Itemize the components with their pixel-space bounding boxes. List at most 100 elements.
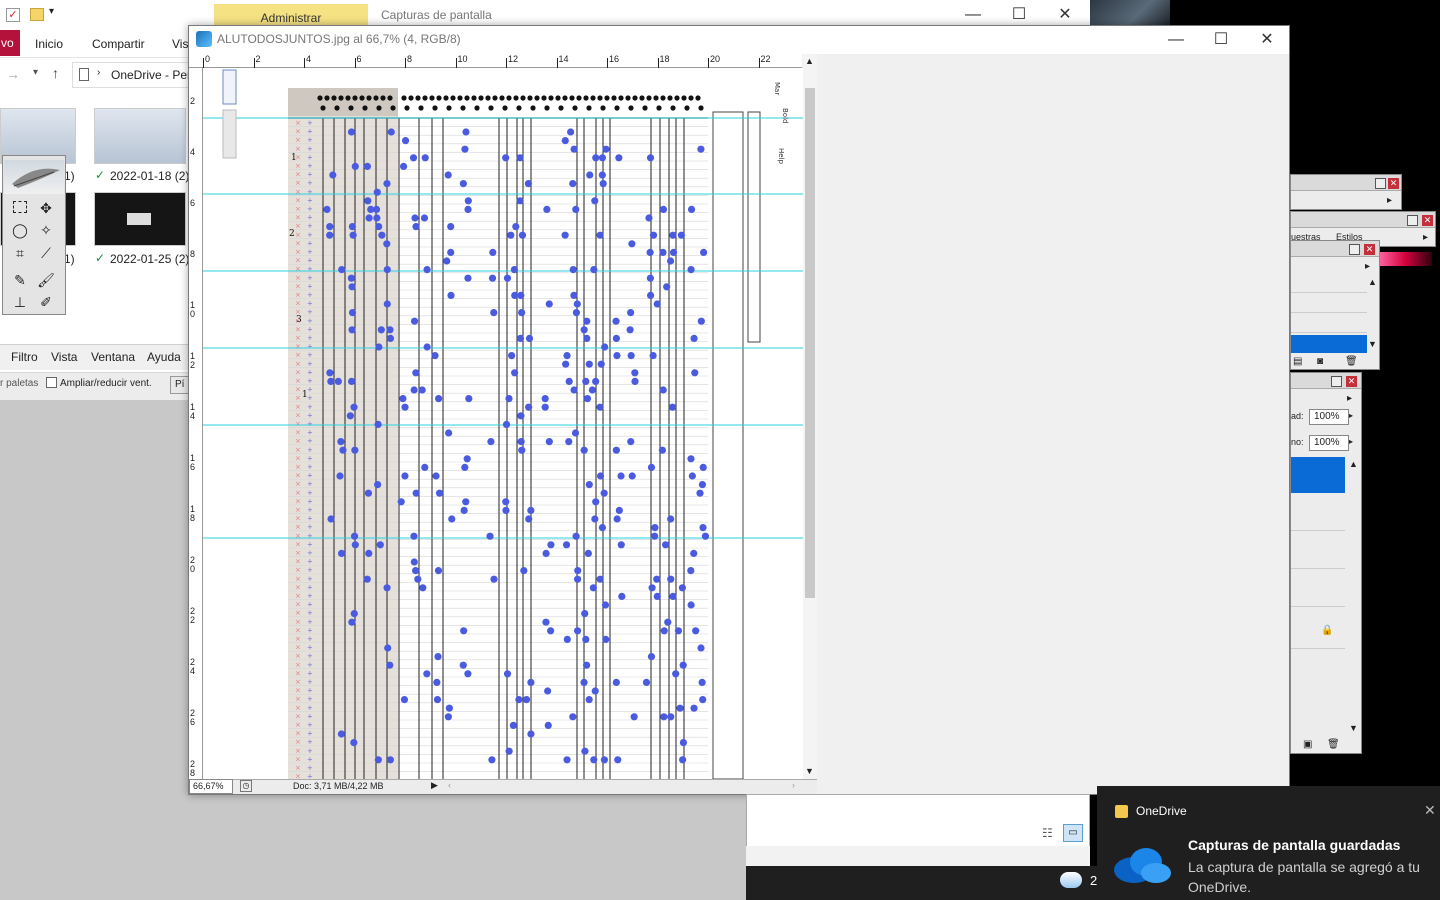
palette-minimize-icon[interactable] (1331, 376, 1342, 387)
image-canvas[interactable]: × + × + × + × + × + × + × + × + × + × + × + × + × + × + × + × + × + × + × + × +… (203, 68, 803, 779)
menu-help[interactable]: Ayuda (147, 350, 181, 364)
forward-icon[interactable]: → (6, 66, 20, 82)
history-state-selected[interactable] (1291, 335, 1367, 353)
palette-menu-icon[interactable]: ▸ (1387, 195, 1392, 206)
attendance-dot (596, 575, 604, 583)
details-view-icon[interactable]: ☷ (1042, 826, 1053, 840)
palette-minimize-icon[interactable] (1349, 244, 1360, 255)
layer-row[interactable] (1291, 609, 1345, 649)
weather-cloud-icon[interactable] (1060, 872, 1082, 888)
menu-filter[interactable]: Filtro (11, 350, 38, 364)
ribbon-home-tab[interactable]: Inicio (35, 37, 63, 51)
header-dot (443, 95, 449, 101)
palette-close-icon[interactable]: ✕ (1346, 376, 1357, 387)
palette-close-icon[interactable]: ✕ (1388, 178, 1399, 189)
zoom-field[interactable]: 66,67% (189, 779, 233, 794)
status-info-icon[interactable]: ◷ (240, 780, 252, 792)
fill-field[interactable]: 100% (1309, 435, 1349, 451)
ruler-top-label: 20 (710, 54, 721, 64)
menu-view[interactable]: Vista (51, 350, 77, 364)
opacity-field[interactable]: 100% (1309, 409, 1349, 425)
move-tool-icon[interactable]: ✥ (35, 198, 57, 218)
attendance-dot (434, 567, 443, 575)
scroll-up-icon[interactable]: ▲ (1349, 459, 1358, 469)
thumbnail[interactable] (94, 108, 186, 164)
thumbnail[interactable] (94, 192, 186, 246)
scroll-down-icon[interactable]: ▼ (1349, 723, 1358, 733)
status-menu-arrow-icon[interactable]: ▶ (431, 780, 438, 791)
scroll-down-icon[interactable]: ▼ (805, 766, 814, 776)
marquee-tool-icon[interactable] (9, 198, 31, 218)
scroll-up-icon[interactable]: ▲ (805, 56, 814, 66)
attendance-dot (642, 678, 651, 687)
ruler-origin[interactable] (189, 54, 203, 68)
document-close-button[interactable]: ✕ (1244, 25, 1290, 55)
ruler-top-label: 2 (255, 54, 261, 64)
healing-brush-tool-icon[interactable]: ✎ (9, 270, 31, 290)
new-snapshot-icon[interactable]: ▤ (1293, 356, 1302, 367)
layer-row[interactable] (1291, 495, 1345, 531)
x-mark: × (295, 162, 301, 170)
document-maximize-button[interactable]: ☐ (1198, 25, 1244, 55)
history-state[interactable] (1291, 315, 1367, 333)
up-arrow-icon[interactable]: ↑ (52, 65, 59, 81)
ribbon-share-tab[interactable]: Compartir (92, 37, 145, 51)
scroll-up-icon[interactable]: ▲ (1368, 277, 1377, 287)
crop-tool-icon[interactable]: ⌗ (9, 243, 31, 263)
attendance-dot (489, 248, 497, 256)
scroll-down-icon[interactable]: ▼ (1368, 339, 1377, 349)
x-mark: × (295, 222, 301, 230)
trash-icon[interactable]: 🗑 (1327, 739, 1340, 750)
palette-close-icon[interactable]: ✕ (1422, 215, 1433, 226)
attendance-dot (678, 584, 686, 592)
scroll-left-icon[interactable]: ‹ (448, 780, 451, 790)
checkbox-icon[interactable]: ✓ (6, 8, 20, 22)
layer-row[interactable] (1291, 571, 1345, 607)
feather-logo-icon[interactable] (4, 160, 64, 194)
slice-tool-icon[interactable]: ⟋ (35, 243, 57, 263)
layer-row-selected[interactable] (1291, 457, 1345, 493)
ribbon-file-tab[interactable]: vo (0, 30, 20, 56)
palette-menu-icon[interactable]: ▸ (1423, 232, 1428, 243)
attendance-dot (445, 704, 453, 712)
fill-arrow-icon[interactable]: ▸ (1349, 437, 1353, 446)
folder-icon[interactable] (30, 8, 44, 21)
document-minimize-button[interactable]: — (1153, 25, 1199, 55)
palette-minimize-icon[interactable] (1375, 178, 1386, 189)
attendance-dot (347, 128, 356, 136)
x-mark: × (295, 558, 301, 566)
attendance-dot (601, 601, 610, 609)
scroll-right-icon[interactable]: › (792, 780, 795, 790)
ribbon-view-tab[interactable]: Vis (172, 37, 188, 51)
palette-menu-icon[interactable]: ▸ (1365, 261, 1370, 272)
lasso-tool-icon[interactable]: ◯ (9, 220, 31, 240)
notification-close-icon[interactable]: ✕ (1424, 802, 1436, 819)
trash-icon[interactable]: 🗑 (1345, 356, 1358, 367)
vertical-scroll-thumb[interactable] (805, 88, 815, 598)
history-brush-tool-icon[interactable]: ✐ (35, 292, 57, 312)
history-dropdown-icon[interactable]: ▾ (33, 67, 38, 78)
magic-wand-tool-icon[interactable]: ✧ (35, 220, 57, 240)
attendance-dot (462, 128, 470, 136)
history-state[interactable] (1291, 295, 1367, 313)
palette-close-icon[interactable]: ✕ (1364, 244, 1375, 255)
header-dot (366, 95, 372, 101)
x-mark: × (295, 136, 301, 144)
attendance-dot (687, 455, 695, 463)
camera-icon[interactable]: ◙ (1317, 356, 1323, 367)
layer-row[interactable] (1291, 533, 1345, 569)
resize-windows-checkbox[interactable] (46, 377, 57, 388)
color-gradient-bar[interactable] (1380, 252, 1432, 266)
palette-minimize-icon[interactable] (1407, 215, 1418, 226)
lock-icon[interactable]: 🔒 (1321, 625, 1333, 636)
palette-menu-icon[interactable]: ▸ (1347, 393, 1352, 404)
tiles-view-icon[interactable]: ▭ (1063, 824, 1083, 842)
menu-window[interactable]: Ventana (91, 350, 135, 364)
history-state[interactable] (1291, 275, 1367, 293)
plus-mark: + (307, 368, 313, 376)
stamp-tool-icon[interactable]: ⊥ (9, 292, 31, 312)
dropdown-icon[interactable]: ▾ (49, 6, 54, 17)
brush-tool-icon[interactable]: 🖌 (35, 270, 57, 290)
opacity-arrow-icon[interactable]: ▸ (1349, 411, 1353, 420)
new-layer-icon[interactable]: ▣ (1303, 739, 1312, 750)
